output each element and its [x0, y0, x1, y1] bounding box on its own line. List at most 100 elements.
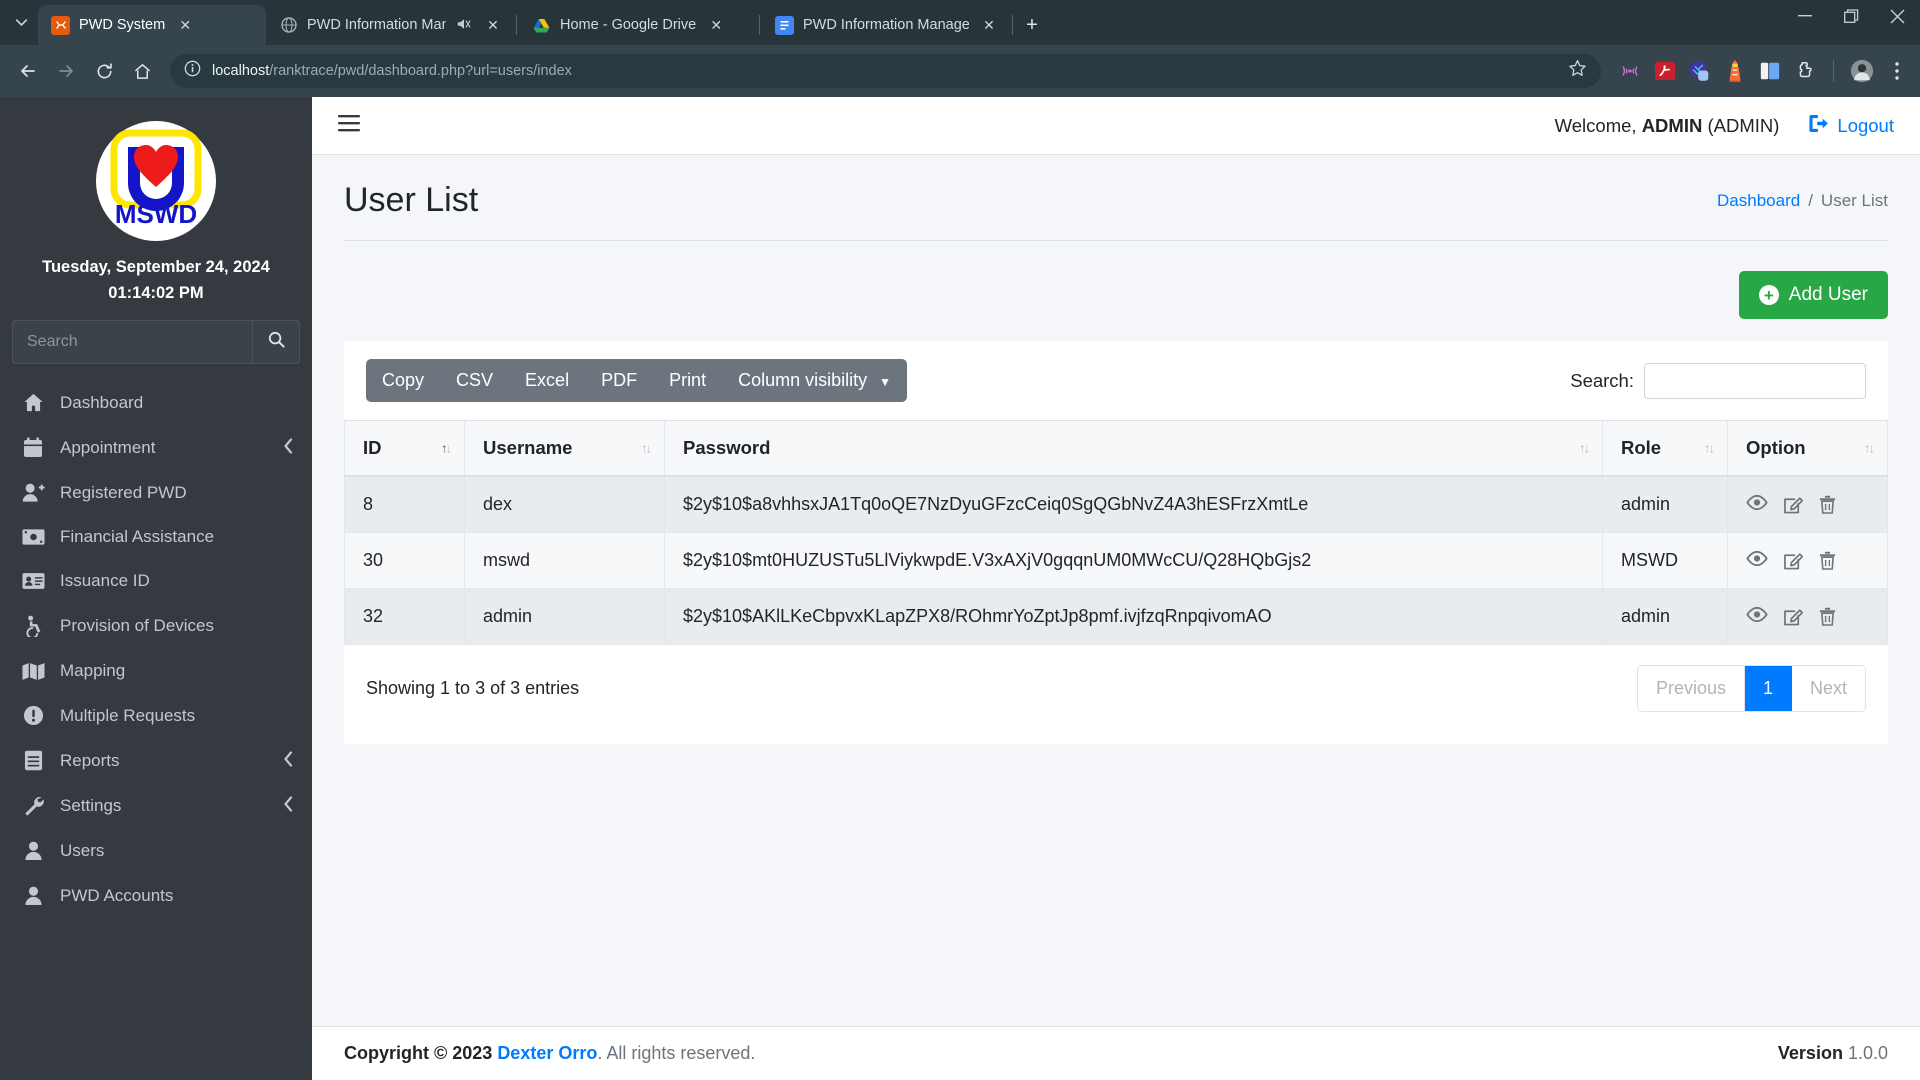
address-bar[interactable]: localhost/ranktrace/pwd/dashboard.php?ur… [170, 54, 1601, 88]
google-drive-icon [532, 16, 551, 35]
datatable-toolbar: Copy CSV Excel PDF Print Column visibili… [344, 341, 1888, 402]
view-eye-icon[interactable] [1746, 495, 1768, 514]
tab-divider [1012, 15, 1013, 35]
chevron-left-icon[interactable] [283, 796, 294, 815]
version-info: Version 1.0.0 [1778, 1043, 1888, 1064]
sidebar-item-provision-of-devices[interactable]: Provision of Devices [0, 603, 312, 649]
mswd-logo-icon: MSWD [96, 121, 216, 241]
column-header-role[interactable]: Role ↑↓ [1602, 420, 1728, 477]
pocket-icon[interactable] [1757, 58, 1783, 84]
breadcrumb-dashboard-link[interactable]: Dashboard [1717, 191, 1800, 211]
sidebar-item-reports[interactable]: Reports [0, 738, 312, 783]
sidebar-item-issuance-id[interactable]: Issuance ID [0, 559, 312, 603]
welcome-text: Welcome, ADMIN (ADMIN) [1555, 115, 1780, 137]
chevron-down-icon: ▼ [879, 375, 892, 389]
reload-icon[interactable] [86, 53, 122, 89]
bookmark-star-icon[interactable] [1568, 59, 1587, 83]
browser-tab-pwd-system[interactable]: PWD System ✕ [38, 5, 266, 45]
table-row[interactable]: 8 dex $2y$10$a8vhhsxJA1Tq0oQE7NzDyuGFzcC… [344, 476, 1888, 533]
pagination-page-1[interactable]: 1 [1744, 666, 1792, 711]
chevron-left-icon[interactable] [283, 438, 294, 457]
column-label: Role [1621, 437, 1662, 458]
cast-icon[interactable] [1617, 58, 1643, 84]
pagination-previous[interactable]: Previous [1637, 666, 1745, 711]
extensions-puzzle-icon[interactable] [1792, 58, 1818, 84]
close-icon[interactable]: ✕ [705, 14, 727, 36]
chevron-left-icon[interactable] [283, 751, 294, 770]
google-docs-icon [775, 15, 794, 35]
chrome-menu-icon[interactable] [1884, 58, 1910, 84]
grammarly-icon[interactable] [1687, 58, 1713, 84]
adobe-acrobat-icon[interactable] [1652, 58, 1678, 84]
browser-tab-pwd-info-2[interactable]: PWD Information Management ✕ [762, 5, 1010, 45]
tab-title: Home - Google Drive [560, 17, 697, 33]
sidebar-item-users[interactable]: Users [0, 828, 312, 873]
back-icon[interactable] [10, 53, 46, 89]
add-user-button[interactable]: + Add User [1738, 271, 1888, 319]
table-row[interactable]: 30 mswd $2y$10$mt0HUZUSTu5LlViykwpdE.V3x… [344, 532, 1888, 589]
copy-button[interactable]: Copy [366, 359, 440, 402]
sidebar-item-multiple-requests[interactable]: Multiple Requests [0, 693, 312, 738]
datatable-search-input[interactable] [1644, 362, 1866, 399]
print-button[interactable]: Print [653, 359, 722, 402]
minimize-icon[interactable] [1782, 0, 1828, 32]
column-visibility-button[interactable]: Column visibility ▼ [722, 359, 907, 402]
globe-icon [279, 16, 298, 35]
users-table-body: 8 dex $2y$10$a8vhhsxJA1Tq0oQE7NzDyuGFzcC… [344, 476, 1888, 645]
sidebar-item-financial-assistance[interactable]: Financial Assistance [0, 515, 312, 559]
hamburger-icon[interactable] [338, 114, 360, 138]
close-icon[interactable]: ✕ [978, 14, 1000, 36]
tab-search-button[interactable] [4, 0, 38, 45]
column-label: Username [483, 437, 573, 458]
logout-button[interactable]: Logout [1809, 114, 1894, 138]
new-tab-button[interactable]: + [1015, 8, 1049, 42]
extension-icons [1611, 58, 1910, 84]
csv-button[interactable]: CSV [440, 359, 509, 402]
topbar-right: Welcome, ADMIN (ADMIN) Logout [1555, 114, 1894, 138]
column-header-id[interactable]: ID ↑↓ [344, 420, 465, 477]
view-eye-icon[interactable] [1746, 551, 1768, 570]
author-link[interactable]: Dexter Orro [497, 1043, 597, 1063]
close-window-icon[interactable] [1874, 0, 1920, 32]
column-label: Password [683, 437, 771, 458]
table-row[interactable]: 32 admin $2y$10$AKlLKeCbpvxKLapZPX8/ROhm… [344, 588, 1888, 645]
browser-tab-google-drive[interactable]: Home - Google Drive ✕ [519, 5, 757, 45]
pdf-button[interactable]: PDF [585, 359, 653, 402]
pagination-next[interactable]: Next [1791, 666, 1865, 711]
exclamation-circle-icon [20, 705, 46, 726]
close-icon[interactable]: ✕ [174, 14, 196, 36]
sidebar-item-settings[interactable]: Settings [0, 783, 312, 828]
maximize-icon[interactable] [1828, 0, 1874, 32]
column-header-option[interactable]: Option ↑↓ [1727, 420, 1888, 477]
site-info-icon[interactable] [184, 60, 201, 82]
sidebar-item-mapping[interactable]: Mapping [0, 649, 312, 693]
lighthouse-icon[interactable] [1722, 58, 1748, 84]
cell-password: $2y$10$AKlLKeCbpvxKLapZPX8/ROhmrYoZptJp8… [664, 588, 1603, 645]
edit-pen-icon[interactable] [1784, 495, 1803, 514]
view-eye-icon[interactable] [1746, 607, 1768, 626]
sidebar-item-registered-pwd[interactable]: Registered PWD [0, 470, 312, 515]
delete-trash-icon[interactable] [1819, 495, 1836, 514]
sidebar-item-dashboard[interactable]: Dashboard [0, 380, 312, 425]
edit-pen-icon[interactable] [1784, 607, 1803, 626]
version-value: 1.0.0 [1847, 1043, 1888, 1063]
column-header-username[interactable]: Username ↑↓ [464, 420, 665, 477]
column-header-password[interactable]: Password ↑↓ [664, 420, 1603, 477]
sidebar-item-appointment[interactable]: Appointment [0, 425, 312, 470]
sidebar-search-input[interactable] [12, 320, 252, 365]
sidebar-search-button[interactable] [252, 320, 300, 365]
sidebar-item-pwd-accounts[interactable]: PWD Accounts [0, 873, 312, 918]
datatable-search-label: Search: [1570, 369, 1634, 391]
delete-trash-icon[interactable] [1819, 551, 1836, 570]
browser-tab-pwd-info-1[interactable]: PWD Information Management ✕ [266, 5, 514, 45]
profile-avatar-icon[interactable] [1849, 58, 1875, 84]
sidebar-brand[interactable]: MSWD [0, 97, 312, 247]
home-icon[interactable] [124, 53, 160, 89]
delete-trash-icon[interactable] [1819, 607, 1836, 626]
excel-button[interactable]: Excel [509, 359, 585, 402]
edit-pen-icon[interactable] [1784, 551, 1803, 570]
tab-mute-icon[interactable] [455, 17, 473, 34]
forward-icon[interactable] [48, 53, 84, 89]
close-icon[interactable]: ✕ [482, 14, 504, 36]
sidebar-item-label: Mapping [60, 661, 126, 681]
